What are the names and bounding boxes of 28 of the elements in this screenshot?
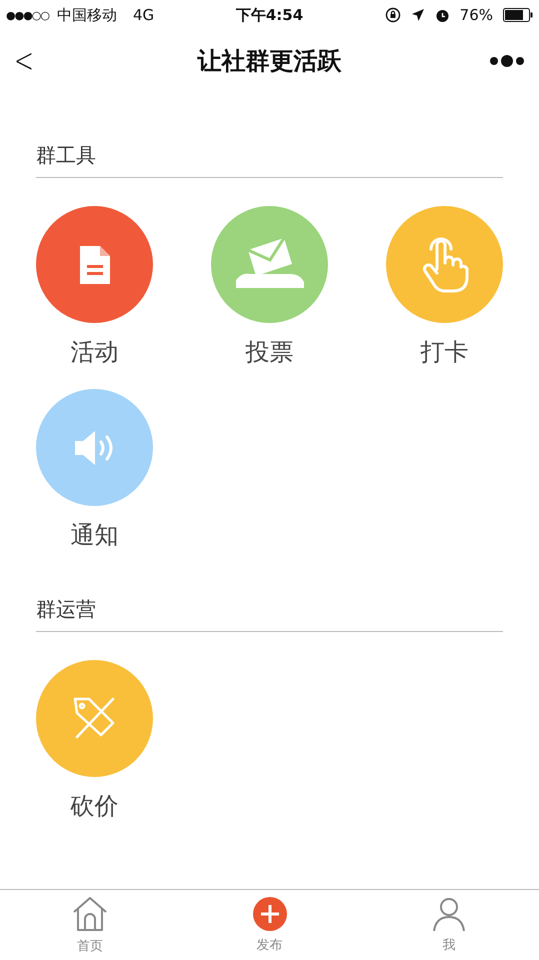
home-icon <box>70 895 109 933</box>
alarm-icon <box>434 8 450 22</box>
section-title: 群运营 <box>36 596 503 632</box>
plus-icon <box>252 896 288 932</box>
tab-label: 首页 <box>76 938 103 955</box>
more-icon[interactable] <box>489 54 525 68</box>
tab-item[interactable]: 我 <box>359 890 539 960</box>
tool-label: 投票 <box>246 337 294 367</box>
tab-item[interactable]: 首页 <box>0 890 180 960</box>
page-title: 让社群更活跃 <box>196 46 342 77</box>
battery-icon <box>503 8 533 22</box>
carrier-name: 中国移动 <box>57 6 117 24</box>
network-type: 4G <box>133 6 154 24</box>
person-icon <box>431 896 468 932</box>
tab-label: 我 <box>442 937 456 954</box>
tab-label: 发布 <box>256 937 282 954</box>
clock-time: 下午4:54 <box>236 6 304 24</box>
section-title: 群工具 <box>36 142 503 178</box>
tab-item[interactable]: 发布 <box>180 890 360 960</box>
rotation-lock-icon <box>384 7 401 23</box>
tool-label: 打卡 <box>420 337 468 367</box>
signal-strength: ●●●○○ <box>6 8 49 22</box>
tool-label: 活动 <box>70 337 118 367</box>
tool-label: 通知 <box>70 520 118 550</box>
back-button[interactable]: < <box>14 41 56 81</box>
battery-percentage: 76% <box>460 6 493 24</box>
tool-label: 砍价 <box>70 791 118 821</box>
location-arrow-icon <box>410 8 425 22</box>
